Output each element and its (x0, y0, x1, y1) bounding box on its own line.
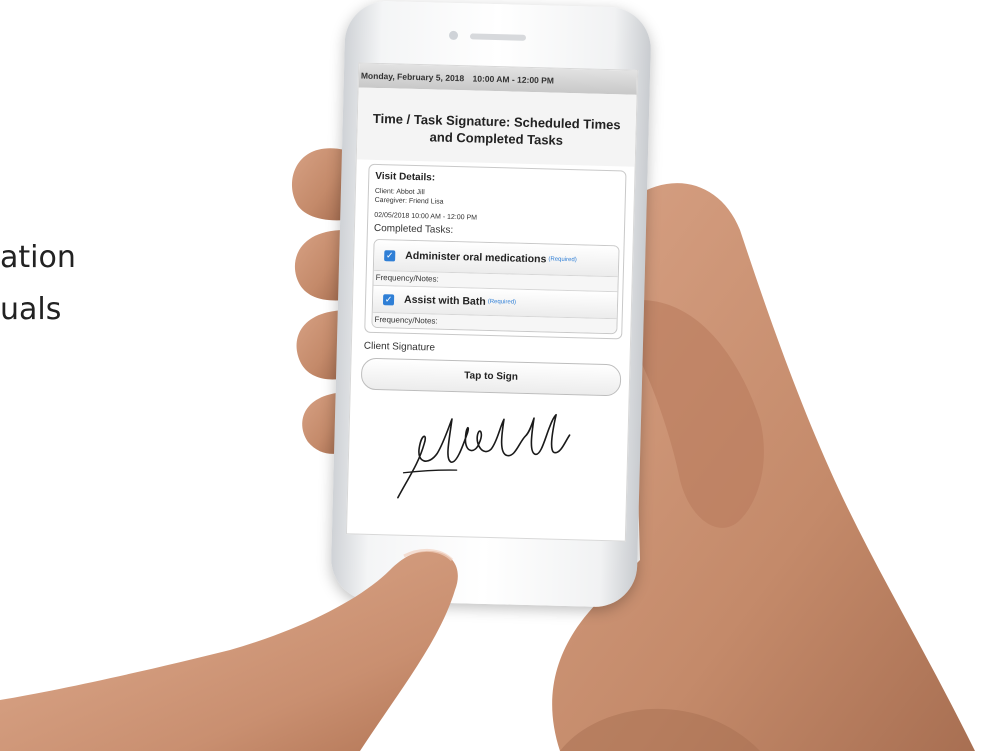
header-area: Time / Task Signature: Scheduled Times a… (356, 87, 637, 167)
front-camera-icon (448, 30, 459, 41)
client-signature-label: Client Signature (363, 340, 436, 354)
task-list: ✓ Administer oral medications (Required)… (371, 238, 620, 335)
task-checkbox-checked[interactable]: ✓ (384, 249, 396, 261)
task-label: Administer oral medications (405, 249, 547, 266)
visit-details-heading: Visit Details: (375, 170, 436, 184)
handwritten-signature (397, 413, 571, 499)
required-tag: (Required) (487, 298, 517, 306)
task-label: Assist with Bath (403, 293, 486, 308)
tap-to-sign-button[interactable]: Tap to Sign (360, 357, 622, 397)
visit-date: Monday, February 5, 2018 (360, 70, 465, 84)
earpiece-speaker (469, 33, 527, 41)
task-checkbox-checked[interactable]: ✓ (382, 293, 395, 305)
visit-time-range: 10:00 AM - 12:00 PM (472, 73, 555, 86)
signature-canvas[interactable] (377, 402, 619, 509)
page-title: Time / Task Signature: Scheduled Times a… (372, 110, 621, 148)
completed-tasks-label: Completed Tasks: (373, 222, 454, 236)
phone-screen: Monday, February 5, 2018 10:00 AM - 12:0… (345, 62, 639, 542)
smartphone: Monday, February 5, 2018 10:00 AM - 12:0… (330, 0, 652, 608)
visit-details-card: Visit Details: Client: Abbot Jill Caregi… (364, 163, 627, 340)
required-tag: (Required) (548, 256, 577, 264)
stage: ation uals Monday, February 5, 2018 10:0… (0, 0, 981, 751)
